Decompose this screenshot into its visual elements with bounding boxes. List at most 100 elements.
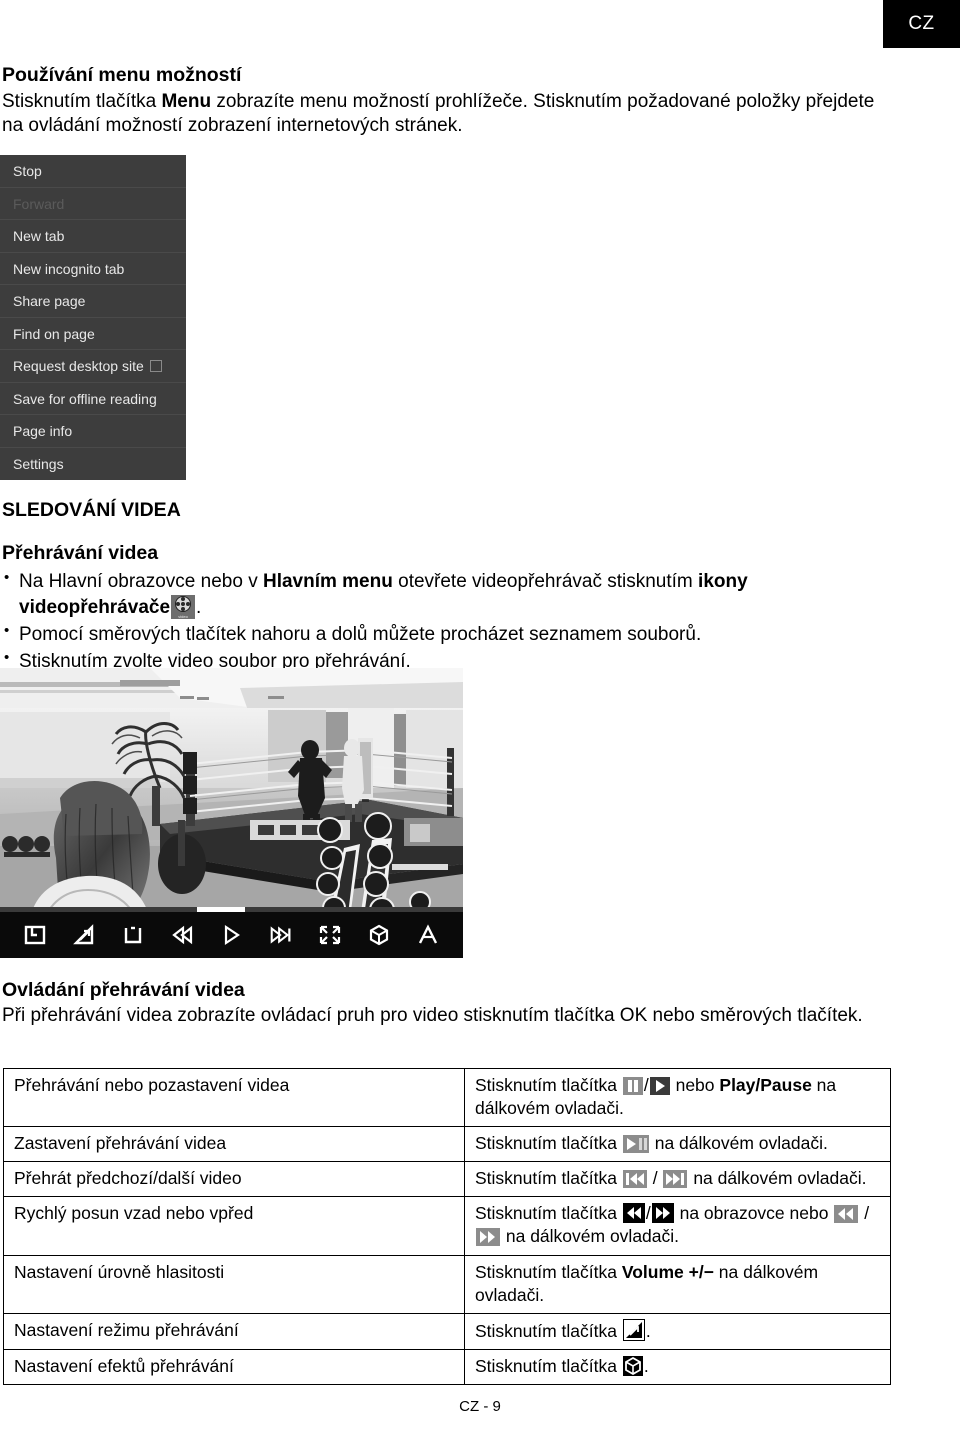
table-row: Zastavení přehrávání videa Stisknutím tl… (3, 1126, 891, 1163)
rewind-black-icon (622, 1203, 645, 1224)
menu-item-new-tab[interactable]: New tab (0, 220, 186, 253)
menu-item-label: New tab (13, 228, 65, 244)
table-cell-description: Stisknutím tlačítka . (464, 1312, 891, 1350)
subtitle-a-icon[interactable] (415, 922, 441, 948)
intro-paragraph: Stisknutím tlačítka Menu zobrazíte menu … (2, 90, 897, 139)
intro-text-part1: Stisknutím tlačítka (2, 90, 162, 112)
browser-options-menu[interactable]: Stop Forward New tab New incognito tab S… (0, 155, 186, 480)
play-icon[interactable] (218, 922, 244, 948)
next-track-icon[interactable] (268, 922, 294, 948)
forward-black-icon (651, 1203, 674, 1224)
table-row: Přehrát předchozí/další video Stisknutím… (3, 1161, 891, 1198)
desc-text: Stisknutím tlačítka (475, 1133, 622, 1154)
menu-item-label: New incognito tab (13, 260, 125, 277)
desc-text: Stisknutím tlačítka (475, 1075, 622, 1095)
separator: / (647, 1168, 663, 1189)
table-cell-description: Stisknutím tlačítka / na obrazovce nebo … (464, 1196, 891, 1256)
menu-item-stop[interactable]: Stop (0, 155, 186, 188)
menu-item-label: Save for offline reading (13, 390, 157, 407)
page-number: CZ - 9 (459, 1398, 501, 1415)
table-row: Nastavení úrovně hlasitosti Stisknutím t… (3, 1254, 891, 1314)
play-icon (649, 1077, 670, 1095)
menu-item-label: Find on page (13, 325, 95, 342)
intro-menu-bold: Menu (161, 90, 212, 112)
desc-bold: Volume +/− (621, 1261, 714, 1282)
repeat-mode-icon[interactable] (71, 922, 97, 948)
desc-text: . (643, 1355, 649, 1376)
table-row: Nastavení efektů přehrávání Stisknutím t… (3, 1348, 891, 1385)
video-playback-bullets: Na Hlavní obrazovce nebo v Hlavním menu … (2, 568, 897, 675)
bullet1-part-c: otevřete videopřehrávač stisknutím (392, 571, 699, 593)
desc-text: Stisknutím tlačítka (475, 1168, 622, 1189)
menu-item-save-for-offline-reading[interactable]: Save for offline reading (0, 383, 186, 415)
table-cell-action: Nastavení režimu přehrávání (3, 1312, 465, 1350)
desc-text: na dálkovém ovladači. (649, 1133, 828, 1154)
bookmark-icon[interactable] (22, 922, 48, 948)
separator: / (643, 1075, 649, 1095)
desc-text: nebo (670, 1075, 720, 1095)
fullscreen-icon[interactable] (317, 922, 343, 948)
playback-body: Při přehrávání videa zobrazíte ovládací … (2, 1004, 863, 1026)
table-cell-description: Stisknutím tlačítka / nebo Play/Pause na… (464, 1067, 891, 1128)
pause-icon (622, 1077, 643, 1095)
table-row: Přehrávání nebo pozastavení videa Stiskn… (3, 1067, 891, 1128)
menu-item-find-on-page[interactable]: Find on page (0, 318, 186, 350)
table-cell-description: Stisknutím tlačítka na dálkovém ovladači… (464, 1126, 891, 1163)
playback-controls-table: Přehrávání nebo pozastavení videa Stiskn… (3, 1067, 891, 1385)
table-cell-action: Zastavení přehrávání videa (3, 1126, 465, 1163)
desc-text: na dálkovém ovladači. (688, 1168, 867, 1189)
effects-cube-icon[interactable] (366, 922, 392, 948)
effects-cube-icon (622, 1355, 643, 1376)
menu-item-forward: Forward (0, 188, 186, 220)
previous-track-icon (622, 1170, 647, 1189)
menu-item-page-info[interactable]: Page info (0, 415, 186, 448)
menu-item-request-desktop-site[interactable]: Request desktop site (0, 350, 186, 383)
video-player-screenshot (0, 668, 463, 958)
menu-item-label: Settings (13, 455, 64, 472)
menu-item-label: Page info (13, 423, 73, 439)
playback-control-section: Ovládání přehrávání videa Při přehrávání… (2, 978, 897, 1028)
list-item: Na Hlavní obrazovce nebo v Hlavním menu … (2, 568, 897, 621)
video-playback-subheading: Přehrávání videa (2, 541, 159, 564)
menu-item-settings[interactable]: Settings (0, 448, 186, 481)
desc-text: Stisknutím tlačítka (475, 1261, 622, 1282)
playback-heading: Ovládání přehrávání videa (2, 979, 245, 1001)
play-pause-icon (622, 1135, 649, 1154)
seek-bar[interactable] (0, 907, 463, 912)
table-row: Nastavení režimu přehrávání Stisknutím t… (3, 1312, 891, 1350)
menu-item-new-incognito-tab[interactable]: New incognito tab (0, 253, 186, 285)
table-cell-description: Stisknutím tlačítka Volume +/− na dálkov… (464, 1254, 891, 1314)
bullet1-part-a: Na Hlavní obrazovce nebo v (19, 571, 263, 593)
page-footer: CZ - 9 (0, 1398, 960, 1415)
watching-video-section: SLEDOVÁNÍ VIDEA Přehrávání videa Na Hlav… (2, 498, 897, 676)
video-player-reel-icon: video (171, 595, 196, 620)
desc-text: na obrazovce nebo (674, 1203, 834, 1224)
rewind-gray-icon (834, 1205, 859, 1224)
intro-heading: Používání menu možností (2, 64, 242, 86)
previous-track-icon[interactable] (169, 922, 195, 948)
video-control-bar[interactable] (0, 907, 463, 958)
bullet1-part-e: . (196, 597, 202, 619)
desc-text: na dálkovém ovladači. (501, 1226, 680, 1247)
next-track-icon (663, 1170, 688, 1189)
desc-text: Stisknutím tlačítka (475, 1355, 622, 1376)
table-cell-action: Nastavení úrovně hlasitosti (3, 1254, 465, 1314)
desc-bold: Play/Pause (719, 1075, 812, 1095)
stop-icon[interactable] (120, 922, 146, 948)
list-item: Pomocí směrových tlačítek nahoru a dolů … (2, 621, 897, 648)
reel-icon-label: video (178, 614, 188, 620)
seek-progress (197, 907, 245, 912)
menu-item-share-page[interactable]: Share page (0, 285, 186, 318)
language-badge-label: CZ (908, 13, 935, 34)
intro-section: Používání menu možností Stisknutím tlačí… (2, 63, 897, 139)
table-cell-description: Stisknutím tlačítka . (464, 1348, 891, 1385)
table-cell-description: Stisknutím tlačítka / na dálkovém ovlada… (464, 1161, 891, 1198)
watching-section-heading: SLEDOVÁNÍ VIDEA (2, 499, 181, 521)
menu-item-label: Share page (13, 293, 86, 309)
table-cell-action: Přehrát předchozí/další video (3, 1161, 465, 1198)
table-row: Rychlý posun vzad nebo vpřed Stisknutím … (3, 1196, 891, 1256)
table-cell-action: Přehrávání nebo pozastavení videa (3, 1067, 465, 1128)
menu-item-label: Stop (13, 163, 42, 179)
bullet1-bold-main-menu: Hlavním menu (262, 571, 393, 593)
checkbox-icon[interactable] (149, 360, 162, 373)
